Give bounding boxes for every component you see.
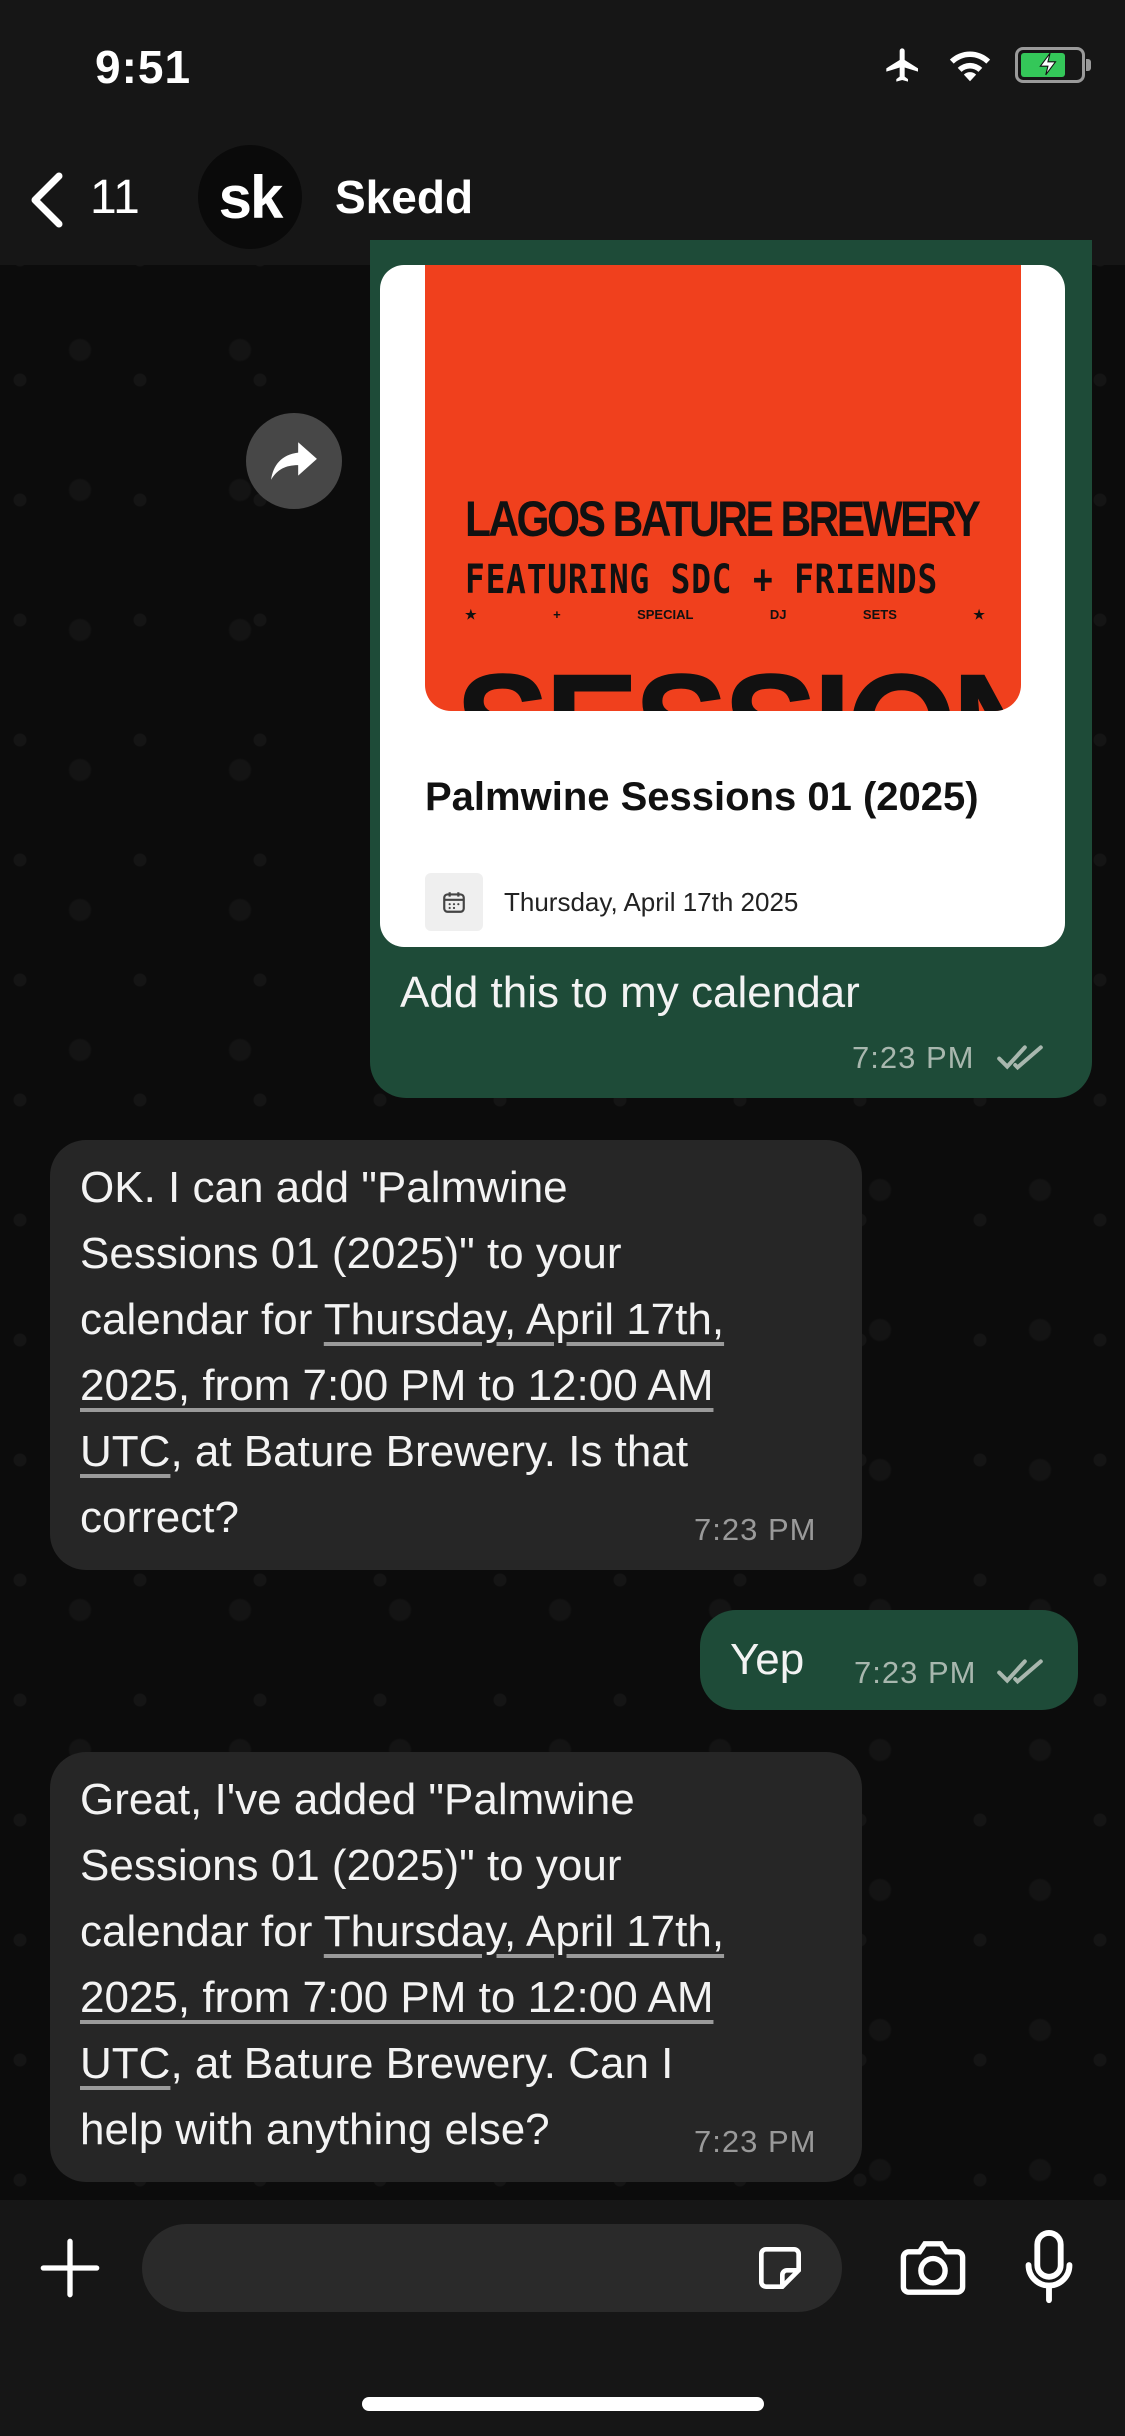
date-link[interactable]: Thursday, April 17th, xyxy=(324,1907,724,1956)
event-date: Thursday, April 17th 2025 xyxy=(504,887,799,917)
poster-small-text: SPECIAL xyxy=(637,607,694,622)
double-check-icon xyxy=(997,1659,1043,1685)
poster-small-text: ★ xyxy=(465,607,477,622)
poster-small-text: + xyxy=(553,607,561,622)
message-timestamp: 7:23 PM xyxy=(694,2124,817,2159)
message-input[interactable] xyxy=(142,2224,842,2312)
poster-small-text: ★ xyxy=(973,607,985,622)
message-text: Great, I've added "Palmwine Sessions 01 … xyxy=(80,1775,725,2154)
poster-line: SESSIONS xyxy=(455,640,1021,711)
event-card[interactable]: LAGOS BATURE BREWERY FEATURING SDC + FRI… xyxy=(380,265,1065,947)
outgoing-message-bubble[interactable]: Yep 7:23 PM xyxy=(700,1610,1078,1710)
poster-small-text: SETS xyxy=(862,607,897,622)
date-link[interactable]: UTC xyxy=(80,1427,170,1476)
airplane-icon xyxy=(886,48,918,82)
microphone-icon[interactable] xyxy=(1024,2230,1074,2306)
forward-button[interactable] xyxy=(246,413,342,509)
chevron-left-icon[interactable] xyxy=(22,170,72,230)
double-check-icon xyxy=(997,1045,1043,1071)
calendar-icon xyxy=(425,873,483,931)
message-timestamp: 7:23 PM xyxy=(854,1655,977,1690)
date-link[interactable]: 2025, from 7:00 PM to 12:00 AM xyxy=(80,1361,713,1410)
message-timestamp: 7:23 PM xyxy=(852,1040,975,1075)
date-link[interactable]: UTC xyxy=(80,2039,170,2088)
home-indicator[interactable] xyxy=(362,2397,764,2411)
status-icons xyxy=(881,45,1091,85)
date-link[interactable]: 2025, from 7:00 PM to 12:00 AM xyxy=(80,1973,713,2022)
camera-icon[interactable] xyxy=(898,2237,968,2299)
wifi-icon xyxy=(949,51,991,82)
poster-small-text: DJ xyxy=(769,607,787,622)
forward-icon xyxy=(271,442,317,480)
message-text: OK. I can add "Palmwine Sessions 01 (202… xyxy=(80,1163,725,1542)
incoming-message-bubble[interactable]: OK. I can add "Palmwine Sessions 01 (202… xyxy=(50,1140,862,1570)
battery-charging-icon xyxy=(1015,47,1091,83)
avatar[interactable]: sk xyxy=(198,145,302,249)
contact-name[interactable]: Skedd xyxy=(335,170,473,224)
back-count[interactable]: 11 xyxy=(90,170,140,225)
message-text: Add this to my calendar xyxy=(400,968,860,1017)
poster-line: LAGOS BATURE BREWERY xyxy=(465,491,981,547)
poster-line: FEATURING SDC + FRIENDS xyxy=(465,557,939,603)
event-title: Palmwine Sessions 01 (2025) xyxy=(425,775,979,819)
message-timestamp: 7:23 PM xyxy=(694,1512,817,1547)
status-time: 9:51 xyxy=(95,41,192,93)
event-poster: LAGOS BATURE BREWERY FEATURING SDC + FRI… xyxy=(425,265,1021,711)
plus-icon[interactable] xyxy=(38,2236,102,2300)
poster-small-row: ★ + SPECIAL DJ SETS ★ xyxy=(465,607,985,623)
message-text: Yep xyxy=(730,1635,805,1684)
date-link[interactable]: Thursday, April 17th, xyxy=(324,1295,724,1344)
status-bar: 9:51 xyxy=(0,0,1125,135)
incoming-message-bubble[interactable]: Great, I've added "Palmwine Sessions 01 … xyxy=(50,1752,862,2182)
sticker-icon[interactable] xyxy=(752,2240,808,2296)
